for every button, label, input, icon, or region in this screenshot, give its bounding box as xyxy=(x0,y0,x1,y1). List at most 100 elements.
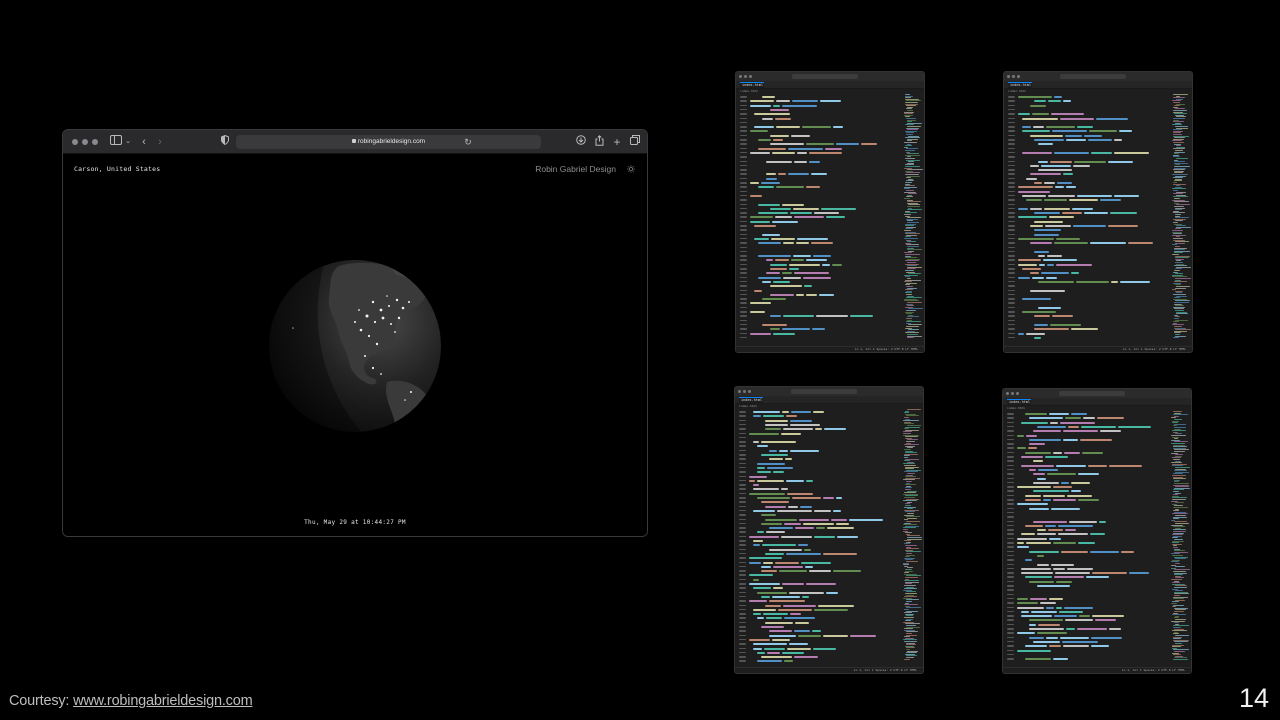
editor-minimap[interactable] xyxy=(904,94,924,340)
line-number xyxy=(740,104,747,107)
brand-link[interactable]: Robin Gabriel Design xyxy=(535,164,616,174)
code-token xyxy=(822,497,835,499)
reload-icon[interactable]: ↻ xyxy=(463,135,473,149)
sun-icon[interactable] xyxy=(627,165,635,173)
code-token xyxy=(1075,280,1110,283)
code-token xyxy=(822,634,848,637)
code-token xyxy=(833,509,842,512)
minimap-line xyxy=(1172,499,1187,500)
code-token xyxy=(762,233,780,236)
code-token xyxy=(766,177,777,180)
code-token xyxy=(1045,225,1071,227)
editor-minimap[interactable] xyxy=(1172,94,1191,340)
code-token xyxy=(1053,96,1063,98)
line-number xyxy=(1007,421,1014,424)
code-token xyxy=(766,259,773,262)
line-number xyxy=(1007,499,1014,501)
minimap-line xyxy=(904,142,917,143)
code-token xyxy=(1056,580,1073,583)
code-token xyxy=(782,411,790,413)
editor-tab[interactable]: index.html xyxy=(1007,399,1031,405)
code-token xyxy=(1034,220,1064,223)
minimap-line xyxy=(1174,334,1180,335)
minimap-line xyxy=(905,310,917,311)
code-token xyxy=(795,242,810,245)
minimap-line xyxy=(906,521,921,522)
editor-search-bar[interactable] xyxy=(791,389,857,394)
minimize-window-button[interactable] xyxy=(82,139,88,145)
code-token xyxy=(762,280,771,283)
code-token xyxy=(1038,160,1049,163)
minimap-line xyxy=(1174,467,1191,468)
sidebar-icon[interactable] xyxy=(108,135,124,149)
code-token xyxy=(758,186,775,189)
editor-minimap[interactable] xyxy=(903,409,923,661)
download-icon[interactable] xyxy=(575,135,587,149)
editor-tab[interactable]: index.html xyxy=(1008,82,1032,88)
share-icon[interactable] xyxy=(593,135,605,149)
editor-search-bar[interactable] xyxy=(1059,391,1125,396)
editor-search-bar[interactable] xyxy=(792,74,858,79)
line-number xyxy=(740,306,747,309)
code-token xyxy=(788,268,800,270)
editor-search-bar[interactable] xyxy=(1060,74,1126,79)
code-token xyxy=(1091,645,1109,648)
minimap-line xyxy=(1175,257,1190,258)
code-token xyxy=(1113,151,1150,154)
tabs-overview-icon[interactable] xyxy=(629,135,641,149)
code-token xyxy=(1049,323,1081,326)
line-number xyxy=(1008,250,1015,253)
minimap-line xyxy=(1172,555,1183,556)
code-token xyxy=(778,449,789,452)
chevron-left-icon[interactable]: ‹ xyxy=(138,135,150,149)
close-window-button[interactable] xyxy=(72,139,78,145)
code-token xyxy=(750,332,771,335)
code-token xyxy=(1077,628,1108,630)
line-number xyxy=(1008,151,1015,154)
code-token xyxy=(750,151,770,154)
editor-minimap[interactable] xyxy=(1171,411,1191,661)
code-token xyxy=(805,143,835,146)
line-number xyxy=(740,242,747,244)
code-token xyxy=(770,293,795,296)
code-token xyxy=(1021,533,1035,536)
code-token xyxy=(1022,268,1041,270)
plus-icon[interactable]: + xyxy=(611,135,623,149)
editor-tab[interactable]: index.html xyxy=(740,82,764,88)
code-token xyxy=(1043,199,1067,202)
line-number xyxy=(739,630,746,632)
minimap-line xyxy=(904,577,919,578)
code-token xyxy=(1034,250,1049,253)
shield-icon[interactable] xyxy=(220,134,230,149)
line-number xyxy=(1008,306,1015,309)
address-bar[interactable]: robingabrieldesign.com xyxy=(236,135,541,149)
chevron-down-icon[interactable]: ⌄ xyxy=(124,135,132,149)
minimap-line xyxy=(904,281,913,282)
minimap-line xyxy=(906,177,911,178)
line-number xyxy=(739,522,746,525)
code-token xyxy=(1031,610,1058,613)
code-token xyxy=(769,527,794,530)
minimap-line xyxy=(907,161,915,162)
code-token xyxy=(813,608,849,611)
chevron-right-icon[interactable]: › xyxy=(154,135,166,149)
minimap-line xyxy=(1172,238,1183,239)
courtesy-link[interactable]: www.robingabrieldesign.com xyxy=(73,693,253,709)
code-token xyxy=(1029,443,1046,446)
code-token xyxy=(1059,421,1095,424)
editor-tab[interactable]: index.html xyxy=(739,397,763,403)
minimap-line xyxy=(1174,486,1190,487)
code-token xyxy=(770,263,788,266)
code-token xyxy=(772,280,790,283)
code-token xyxy=(765,518,798,521)
minimap-line xyxy=(1174,451,1185,452)
code-token xyxy=(1042,494,1065,497)
code-token xyxy=(1049,216,1074,219)
code-token xyxy=(1022,130,1051,133)
zoom-window-button[interactable] xyxy=(92,139,98,145)
line-number xyxy=(740,319,747,322)
globe[interactable] xyxy=(269,260,441,432)
minimap-line xyxy=(1175,145,1181,146)
code-token xyxy=(1034,323,1048,326)
line-number xyxy=(740,130,747,132)
